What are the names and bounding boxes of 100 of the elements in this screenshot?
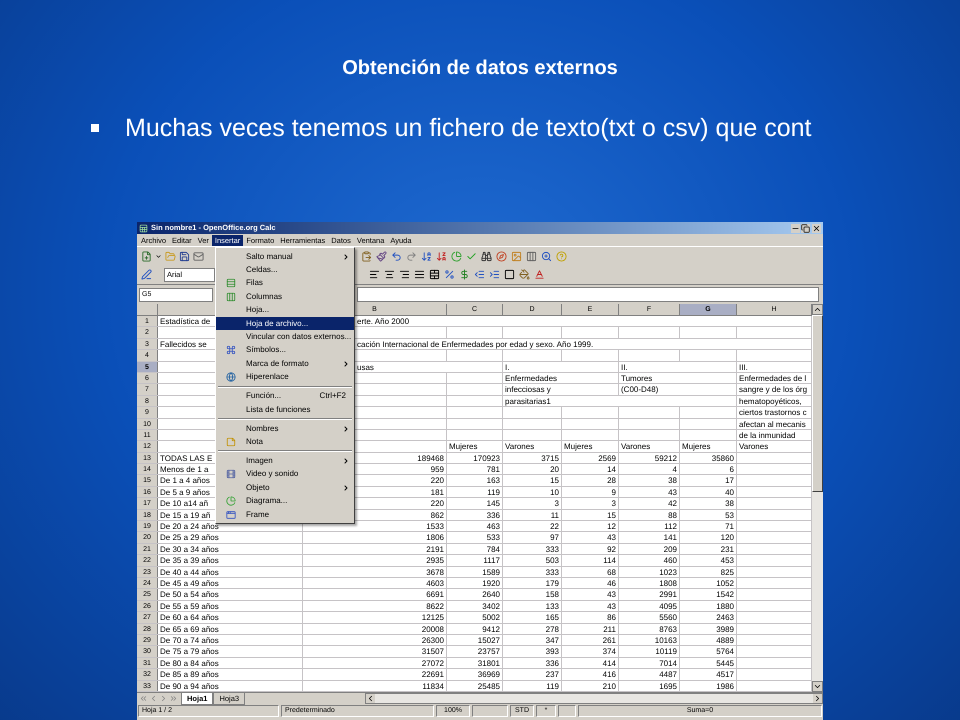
frame-icon[interactable] bbox=[226, 510, 236, 520]
horizontal-scrollbar[interactable] bbox=[365, 693, 823, 704]
border-icon[interactable] bbox=[504, 269, 515, 280]
menu-item[interactable]: Filas bbox=[216, 276, 354, 290]
bullet-text: Muchas veces tenemos un fichero de texto(txt o csv) que cont bbox=[125, 113, 812, 143]
redo-icon[interactable] bbox=[406, 250, 417, 262]
save-icon[interactable] bbox=[179, 250, 190, 262]
table-cell: 231 bbox=[680, 544, 737, 554]
paint-bucket-icon[interactable] bbox=[519, 269, 530, 280]
paste-icon[interactable] bbox=[361, 250, 372, 262]
first-sheet-icon[interactable] bbox=[139, 694, 148, 704]
compass-icon[interactable] bbox=[496, 250, 507, 262]
styles-icon[interactable] bbox=[141, 269, 152, 280]
brush-icon[interactable] bbox=[376, 250, 387, 262]
table-cell: 393 bbox=[503, 646, 562, 657]
table-cell: 825 bbox=[680, 566, 737, 577]
table-cell: 2569 bbox=[562, 452, 619, 464]
menu-item[interactable]: Función... Ctrl+F2 bbox=[216, 390, 354, 403]
formula-field[interactable] bbox=[357, 287, 819, 302]
table-cell: De 35 a 39 años bbox=[158, 555, 303, 566]
table-cell: 119 bbox=[447, 486, 503, 498]
table-cell: De 70 a 74 años bbox=[158, 634, 303, 646]
table-cell: 333 bbox=[503, 544, 562, 554]
table-cell: Mujeres bbox=[447, 441, 503, 452]
new-document-icon[interactable] bbox=[141, 250, 152, 262]
table-cell: 3 bbox=[503, 498, 562, 509]
menu-item[interactable]: Lista de funciones bbox=[216, 402, 354, 416]
table-cell: 4517 bbox=[680, 669, 737, 680]
undo-icon[interactable] bbox=[391, 250, 402, 262]
table-cell: 5002 bbox=[447, 612, 503, 623]
scroll-up-icon[interactable] bbox=[812, 304, 823, 315]
globe-icon[interactable] bbox=[226, 372, 236, 382]
scroll-right-icon[interactable] bbox=[813, 694, 822, 704]
align-right-icon[interactable] bbox=[399, 269, 410, 280]
align-left-icon[interactable] bbox=[369, 269, 380, 280]
table-cell: De 25 a 29 años bbox=[158, 532, 303, 543]
mail-icon[interactable] bbox=[193, 250, 204, 262]
table-cell: 533 bbox=[447, 532, 503, 543]
table-cell: 179 bbox=[503, 578, 562, 588]
zoom-icon[interactable] bbox=[541, 250, 552, 262]
previous-sheet-icon[interactable] bbox=[149, 694, 158, 704]
sort-descending-icon[interactable] bbox=[436, 250, 447, 262]
table-cell: De 60 a 64 años bbox=[158, 612, 303, 623]
binoculars-icon[interactable] bbox=[481, 250, 492, 262]
next-sheet-icon[interactable] bbox=[159, 694, 168, 704]
menu-item[interactable]: Nota bbox=[216, 435, 354, 449]
last-sheet-icon[interactable] bbox=[169, 694, 178, 704]
table-cell: infecciosas y bbox=[503, 384, 619, 395]
table-cell: 9 bbox=[562, 486, 619, 498]
close-icon[interactable] bbox=[812, 224, 821, 232]
table-cell: 7014 bbox=[619, 658, 680, 668]
command-icon[interactable] bbox=[226, 345, 236, 356]
indent-increase-icon[interactable] bbox=[489, 269, 500, 280]
percent-icon[interactable] bbox=[444, 269, 455, 280]
table-cell: 31507 bbox=[303, 646, 447, 657]
menu-item[interactable]: Hiperenlace bbox=[216, 370, 354, 384]
indent-decrease-icon[interactable] bbox=[474, 269, 485, 280]
menu-item[interactable]: Nombres bbox=[216, 422, 354, 436]
table-cell: 414 bbox=[562, 658, 619, 668]
bullet-icon bbox=[91, 124, 99, 132]
table-cell: 15 bbox=[503, 475, 562, 486]
table-cell: 4487 bbox=[619, 669, 680, 680]
align-center-icon[interactable] bbox=[384, 269, 395, 280]
minimize-icon[interactable] bbox=[791, 224, 800, 232]
table-cell: De 80 a 84 años bbox=[158, 658, 303, 668]
table-cell: 4095 bbox=[619, 600, 680, 612]
table-cell: 2191 bbox=[303, 544, 447, 554]
columns-icon[interactable] bbox=[226, 292, 236, 302]
film-icon[interactable] bbox=[226, 469, 236, 480]
rows-icon[interactable] bbox=[226, 278, 236, 288]
table-cell: 4603 bbox=[303, 578, 447, 588]
currency-icon[interactable] bbox=[459, 269, 470, 280]
font-color-icon[interactable] bbox=[534, 269, 545, 280]
table-cell: 2991 bbox=[619, 589, 680, 600]
table-cell: 59212 bbox=[619, 452, 680, 464]
vertical-scrollbar[interactable] bbox=[812, 304, 823, 692]
menu-item[interactable]: Columnas bbox=[216, 290, 354, 304]
table-cell: 43 bbox=[562, 589, 619, 600]
table-cell: 53 bbox=[680, 510, 737, 520]
sort-ascending-icon[interactable] bbox=[421, 250, 432, 262]
menu-item[interactable]: Salto manual bbox=[216, 250, 354, 264]
table-cell: 92 bbox=[562, 544, 619, 554]
table-cell: 86 bbox=[562, 612, 619, 623]
table-cell: 27072 bbox=[303, 658, 447, 668]
check-icon[interactable] bbox=[466, 250, 477, 262]
columns-icon[interactable] bbox=[526, 250, 537, 262]
table-cell: 25485 bbox=[447, 680, 503, 691]
scroll-left-icon[interactable] bbox=[366, 694, 376, 704]
scroll-thumb[interactable] bbox=[812, 315, 823, 492]
align-justify-icon[interactable] bbox=[414, 269, 425, 280]
menu-item[interactable]: Celdas... bbox=[216, 263, 354, 277]
merge-cells-icon[interactable] bbox=[429, 269, 440, 280]
restore-icon[interactable] bbox=[801, 224, 810, 232]
table-cell: 15 bbox=[562, 510, 619, 520]
table-cell: De 30 a 34 años bbox=[158, 544, 303, 554]
menu-item[interactable]: Hoja de archivo... bbox=[216, 316, 354, 330]
table-cell: 261 bbox=[562, 634, 619, 646]
dropdown-icon[interactable] bbox=[155, 252, 162, 260]
table-cell: 3402 bbox=[447, 600, 503, 612]
scroll-down-icon[interactable] bbox=[812, 680, 823, 692]
